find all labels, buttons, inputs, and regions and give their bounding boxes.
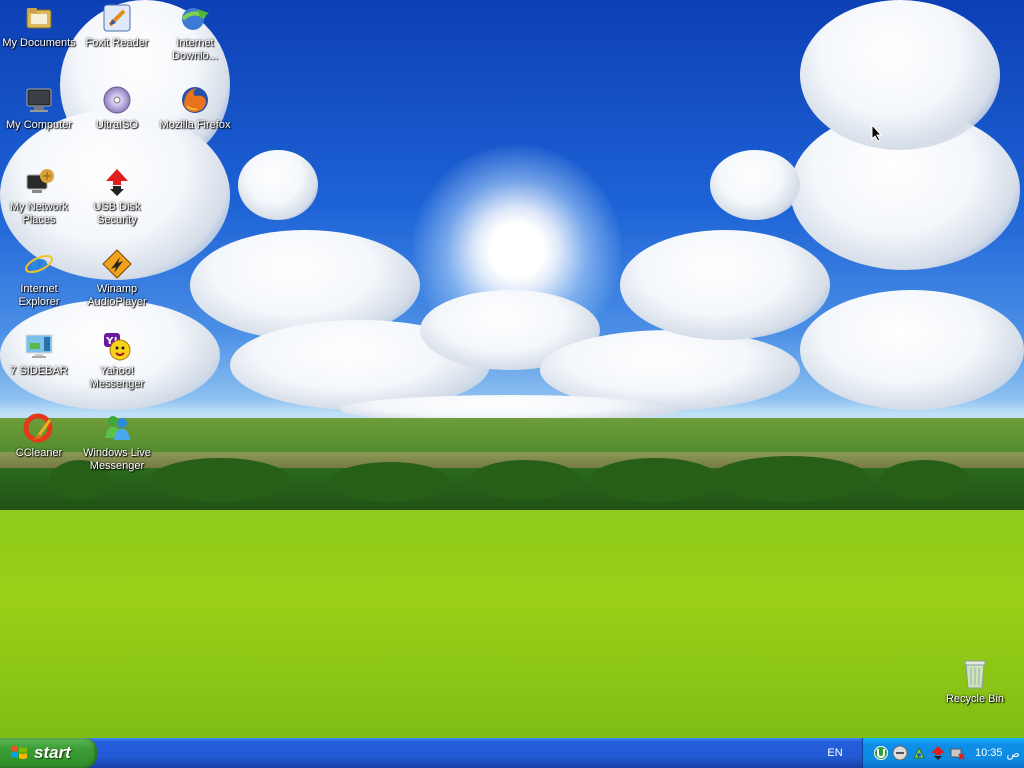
desktop-icon-recycle-bin[interactable]: Recycle Bin [936,658,1014,706]
desktop-icon-ultraiso[interactable]: UltraISO [78,84,156,132]
desktop-icon-yahoo-messenger[interactable]: Y! Yahoo! Messenger [78,330,156,391]
language-indicator[interactable]: EN [818,738,852,768]
network-icon[interactable] [911,745,927,761]
icon-label: Foxit Reader [85,37,149,49]
desktop-icon-ccleaner[interactable]: CCleaner [0,412,78,460]
clock-time[interactable]: 10:35 [975,747,1003,759]
cloud [710,150,800,220]
icon-label: Yahoo! Messenger [89,365,145,390]
desktop-icon-internet-explorer[interactable]: e Internet Explorer [0,248,78,309]
computer-monitor-icon [23,84,55,116]
icon-label: Recycle Bin [945,693,1005,705]
desktop-icon-winamp[interactable]: Winamp AudioPlayer [78,248,156,309]
safely-remove-icon[interactable] [949,745,965,761]
firefox-icon [179,84,211,116]
icon-label: USB Disk Security [93,201,141,226]
start-button[interactable]: start [0,738,97,768]
windows-live-messenger-icon [101,412,133,444]
icon-label: UltraISO [95,119,139,131]
desktop-icon-foxit-reader[interactable]: Foxit Reader [78,2,156,50]
system-tray: 10:35 ص [862,738,1024,768]
yahoo-status-icon[interactable] [892,745,908,761]
start-label: start [34,743,71,762]
icon-label: My Computer [5,119,73,131]
icon-label: My Documents [2,37,76,49]
utorrent-icon[interactable] [873,745,889,761]
desktop-icon-7-sidebar[interactable]: 7 SIDEBAR [0,330,78,378]
icon-label: Internet Downlo... [172,37,218,62]
windows-flag-icon [11,746,27,759]
icon-label: My Network Places [9,201,69,226]
cloud [238,150,318,220]
treeline [0,456,1024,512]
winamp-icon [101,248,133,280]
desktop-icon-my-documents[interactable]: My Documents [0,2,78,50]
desktop-icon-windows-live-messenger[interactable]: Windows Live Messenger [78,412,156,473]
icon-label: Mozilla Firefox [159,119,231,131]
desktop-icon-internet-download-manager[interactable]: Internet Downlo... [156,2,234,63]
yahoo-messenger-icon: Y! [101,330,133,362]
ccleaner-icon [23,412,55,444]
disc-icon [101,84,133,116]
cloud [620,230,830,340]
sidebar-icon [23,330,55,362]
svg-text:e: e [30,248,48,280]
taskbar: start EN 10:35 ص [0,738,1024,768]
icon-label: 7 SIDEBAR [10,365,68,377]
icon-label: CCleaner [15,447,63,459]
desktop-background: My Documents Foxit Reader Internet Downl… [0,0,1024,738]
usb-security-icon[interactable] [930,745,946,761]
network-places-icon [23,166,55,198]
mouse-cursor-icon [871,124,883,142]
cloud [800,0,1000,150]
desktop-icon-usb-disk-security[interactable]: USB Disk Security [78,166,156,227]
clock-period: ص [1006,747,1020,760]
foxit-reader-icon [101,2,133,34]
internet-download-manager-icon [179,2,211,34]
desktop-icon-mozilla-firefox[interactable]: Mozilla Firefox [156,84,234,132]
icon-label: Windows Live Messenger [83,447,151,472]
desktop-icon-my-computer[interactable]: My Computer [0,84,78,132]
internet-explorer-icon: e [23,248,55,280]
icon-label: Winamp AudioPlayer [87,283,147,308]
usb-security-icon [101,166,133,198]
icon-label: Internet Explorer [18,283,60,308]
cloud [800,290,1024,410]
recycle-bin-icon [959,658,991,690]
desktop-icon-my-network-places[interactable]: My Network Places [0,166,78,227]
grass-meadow [0,510,1024,738]
folder-documents-icon [23,2,55,34]
